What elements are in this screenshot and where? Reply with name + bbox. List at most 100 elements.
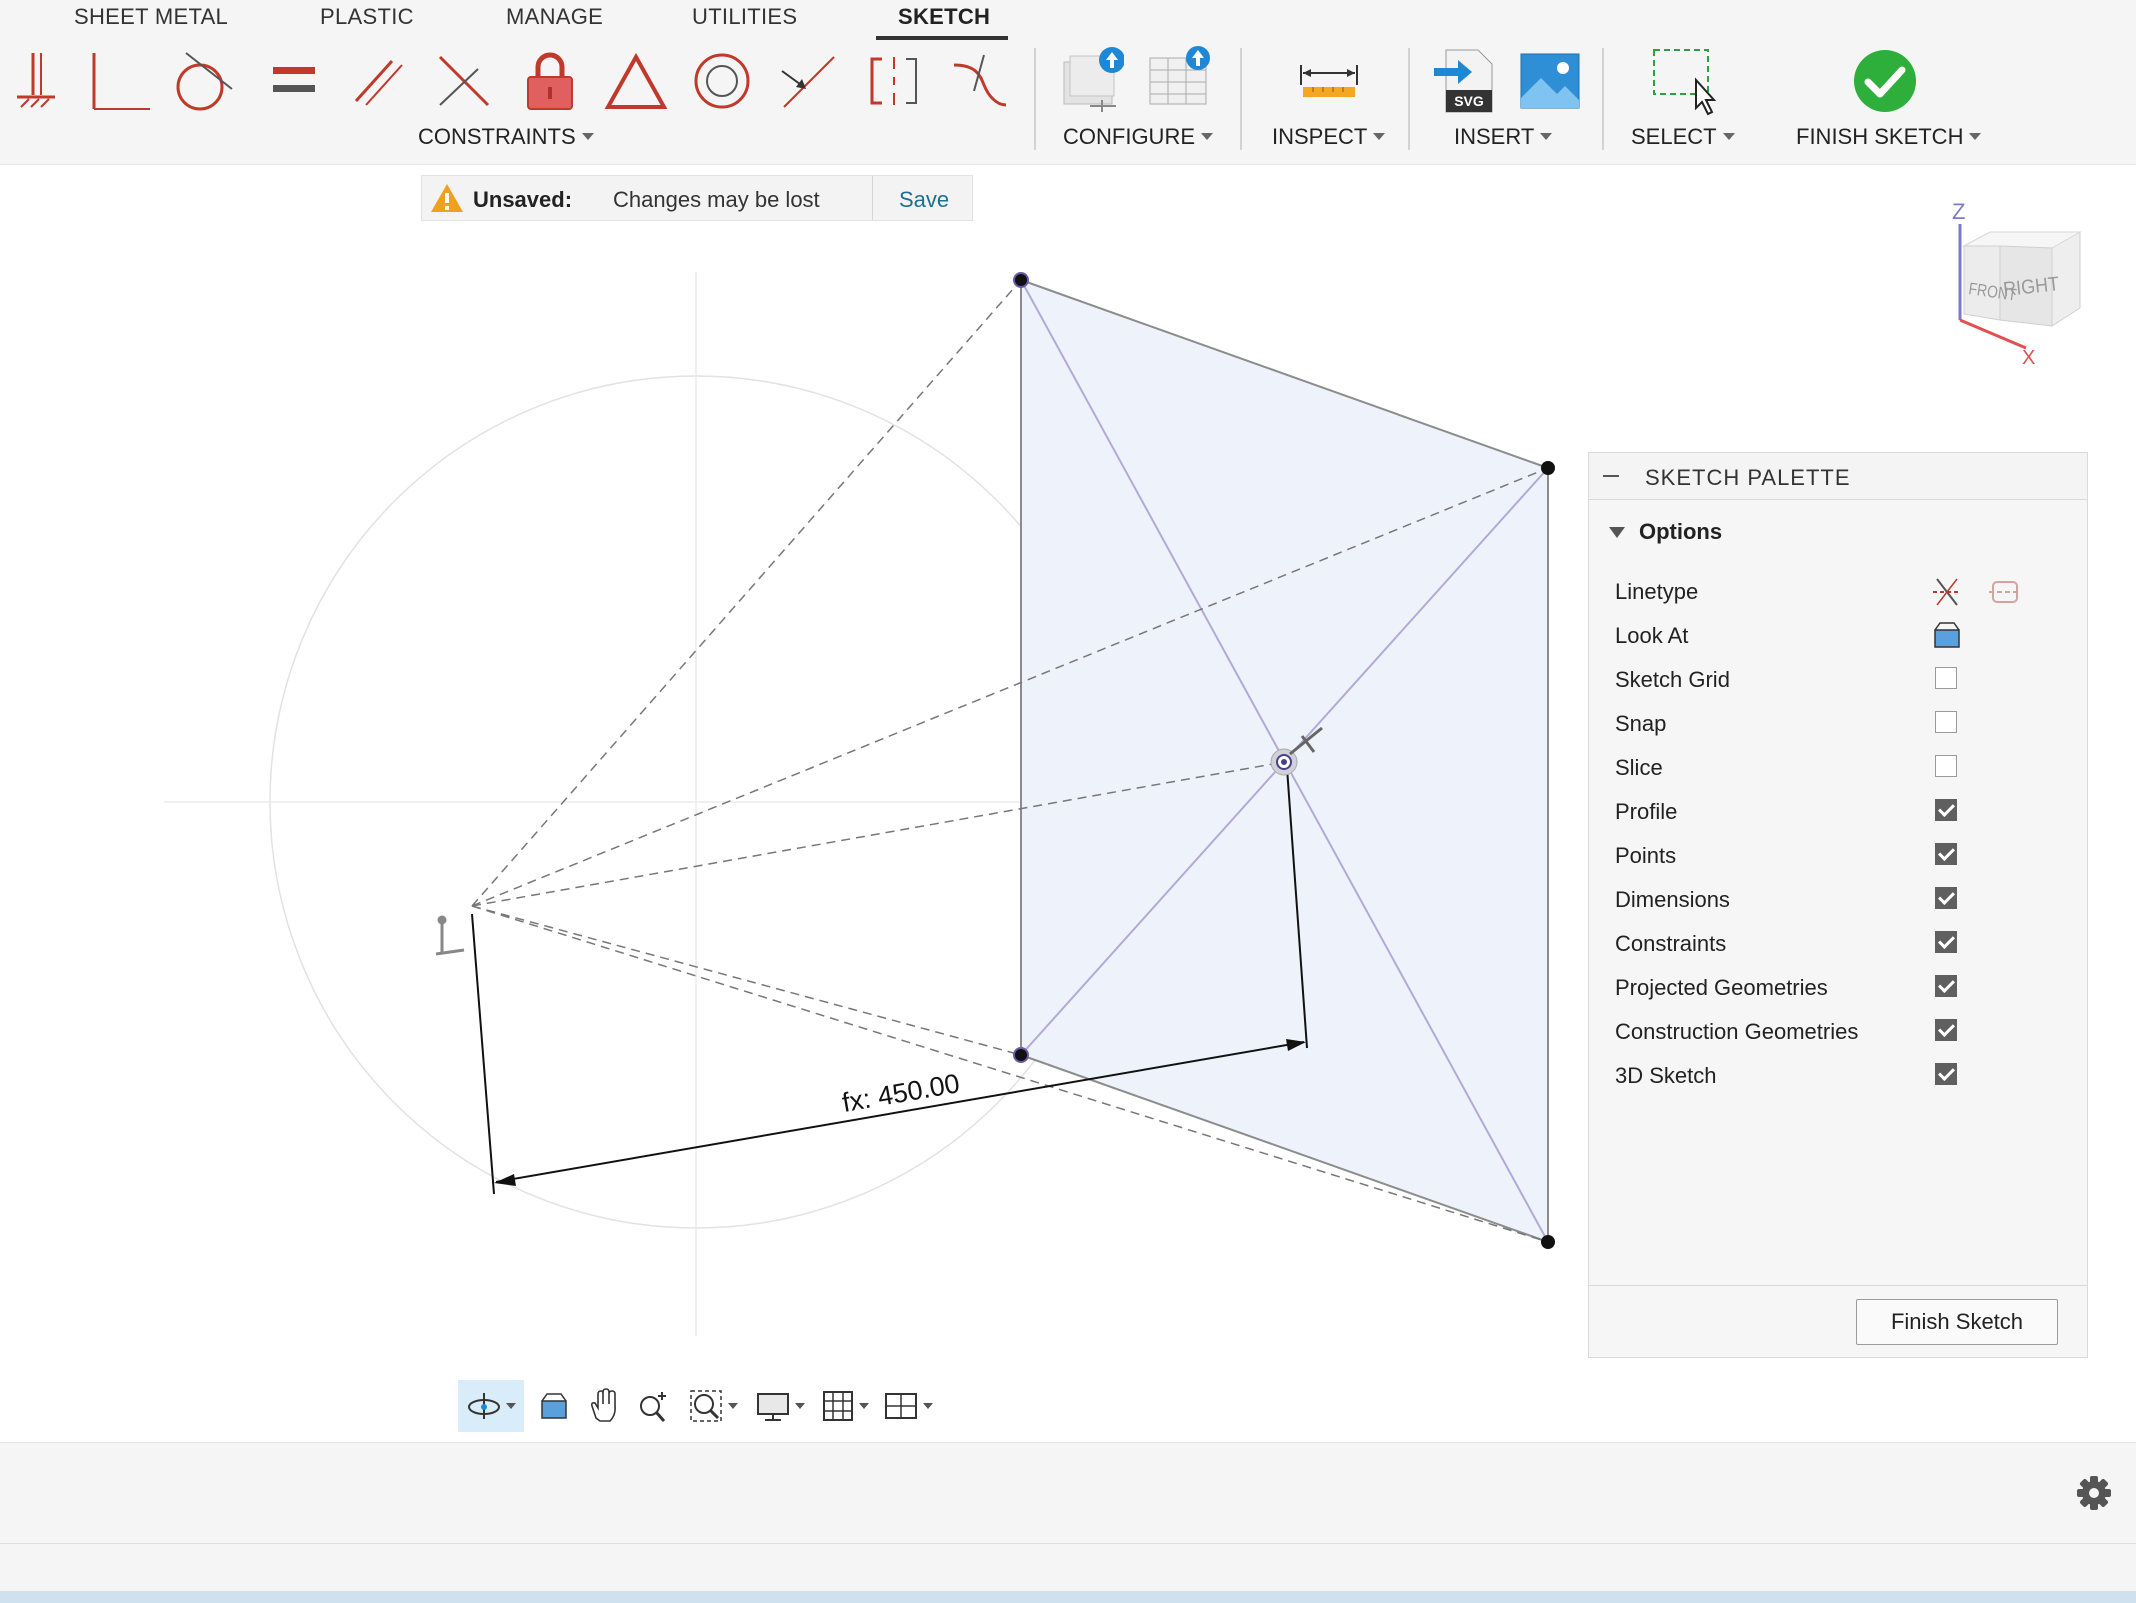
centerline-linetype-icon[interactable] [1987, 575, 2023, 609]
symmetry-constraint-button[interactable] [862, 46, 926, 116]
sketch-point[interactable] [1541, 1235, 1555, 1249]
coincident-icon [92, 53, 150, 110]
select-label: SELECT [1631, 124, 1717, 149]
construction-linetype-icon[interactable] [1929, 575, 1965, 609]
concentric-constraint-button[interactable] [690, 46, 754, 116]
palette-finish-sketch-button[interactable]: Finish Sketch [1856, 1299, 2058, 1345]
tab-sketch[interactable]: SKETCH [898, 4, 990, 30]
slice-checkbox[interactable] [1935, 755, 1957, 777]
origin-glyph [435, 915, 465, 956]
midpoint-constraint-button[interactable] [776, 46, 840, 116]
perpendicular-constraint-button[interactable] [432, 46, 496, 116]
tab-utilities[interactable]: UTILITIES [692, 4, 797, 30]
tangent-constraint-button[interactable] [170, 46, 234, 116]
display-settings-button[interactable] [748, 1380, 812, 1432]
constraints-label: Constraints [1615, 931, 1727, 956]
3d-sketch-label: 3D Sketch [1615, 1063, 1717, 1088]
constraints-group-dropdown[interactable]: CONSTRAINTS [418, 124, 594, 150]
tab-plastic[interactable]: PLASTIC [320, 4, 414, 30]
sketch-point[interactable] [1541, 461, 1555, 475]
snap-checkbox[interactable] [1935, 711, 1957, 733]
fit-button[interactable] [682, 1380, 744, 1432]
zoom-button[interactable] [630, 1380, 678, 1432]
sketch-grid-label: Sketch Grid [1615, 667, 1730, 692]
tab-manage[interactable]: MANAGE [506, 4, 603, 30]
look-at-icon[interactable] [1932, 620, 1962, 650]
divider [1408, 48, 1410, 150]
points-checkbox[interactable] [1935, 843, 1957, 865]
configure-icon [1063, 47, 1124, 112]
active-tab-indicator [876, 36, 1008, 40]
grid-settings-button[interactable] [814, 1380, 876, 1432]
inspect-group-dropdown[interactable]: INSPECT [1272, 124, 1386, 150]
sketch-point[interactable] [1013, 1047, 1029, 1063]
viewports-button[interactable] [878, 1380, 938, 1432]
view-cube[interactable]: Z X FRONT RIGHT [1940, 196, 2090, 376]
measure-button[interactable] [1294, 46, 1364, 116]
triangle-constraint-button[interactable] [604, 46, 668, 116]
select-group-dropdown[interactable]: SELECT [1631, 124, 1735, 150]
tab-sheet-metal[interactable]: SHEET METAL [74, 4, 228, 30]
window-select-button[interactable] [1644, 46, 1724, 116]
measure-icon [1300, 65, 1358, 97]
equal-constraint-button[interactable] [262, 46, 326, 116]
navigation-bar [456, 1380, 936, 1432]
svg-badge-label: SVG [1454, 93, 1484, 109]
divider [1034, 48, 1036, 150]
collapse-icon[interactable] [1603, 475, 1619, 477]
constraints-checkbox[interactable] [1935, 931, 1957, 953]
sketch-point[interactable] [1013, 272, 1029, 288]
gear-icon[interactable] [2074, 1473, 2114, 1513]
inspect-label: INSPECT [1272, 124, 1368, 149]
divider [1240, 48, 1242, 150]
window-select-icon [1653, 49, 1717, 116]
insert-group-dropdown[interactable]: INSERT [1454, 124, 1553, 150]
3d-sketch-checkbox[interactable] [1935, 1063, 1957, 1085]
divider [0, 1543, 2136, 1544]
projected-geometries-checkbox[interactable] [1935, 975, 1957, 997]
options-heading[interactable]: Options [1639, 519, 1722, 545]
finish-sketch-button[interactable] [1852, 46, 1916, 116]
profile-label: Profile [1615, 799, 1678, 824]
look-at-icon [541, 1393, 567, 1419]
concentric-icon [694, 53, 750, 109]
center-point-dot [1281, 759, 1287, 765]
axis-z-label: Z [1952, 199, 1965, 224]
insert-canvas-button[interactable] [1518, 46, 1582, 116]
configure-table-button[interactable] [1060, 46, 1124, 116]
pan-button[interactable] [580, 1380, 628, 1432]
options-expand-icon[interactable] [1609, 527, 1625, 538]
profile-checkbox[interactable] [1935, 799, 1957, 821]
parallel-constraint-button[interactable] [346, 46, 410, 116]
look-at-button[interactable] [532, 1380, 576, 1432]
insert-svg-button[interactable]: SVG [1432, 46, 1496, 116]
configure-rows-button[interactable] [1146, 46, 1210, 116]
lock-icon [527, 52, 573, 110]
finish-sketch-dropdown[interactable]: FINISH SKETCH [1796, 124, 1982, 150]
table-icon [1149, 46, 1210, 105]
fix-unfix-constraint-button[interactable] [4, 46, 68, 116]
dimensions-label: Dimensions [1615, 887, 1730, 912]
sketch-palette-title: SKETCH PALETTE [1645, 465, 1851, 490]
configure-label: CONFIGURE [1063, 124, 1195, 149]
coincident-constraint-button[interactable] [88, 46, 152, 116]
sketch-palette: SKETCH PALETTE Options Linetype Look At … [1588, 452, 2088, 1358]
midpoint-icon [781, 56, 835, 108]
viewports-icon [885, 1393, 917, 1419]
finish-sketch-label: FINISH SKETCH [1796, 124, 1964, 149]
dimensions-checkbox[interactable] [1935, 887, 1957, 909]
projected-geometries-label: Projected Geometries [1615, 975, 1828, 1000]
sketch-canvas[interactable]: fx: 450.00 [0, 164, 1580, 1364]
sketch-grid-checkbox[interactable] [1935, 667, 1957, 689]
construction-geometries-checkbox[interactable] [1935, 1019, 1957, 1041]
configure-group-dropdown[interactable]: CONFIGURE [1063, 124, 1213, 150]
constraints-label: CONSTRAINTS [418, 124, 576, 149]
orbit-button[interactable] [458, 1380, 524, 1432]
curvature-constraint-button[interactable] [948, 46, 1012, 116]
grid-icon [823, 1391, 853, 1421]
dimension-label[interactable]: fx: 450.00 [840, 1068, 962, 1118]
bottom-panel [0, 1442, 2136, 1603]
axis-x-line [1959, 318, 2027, 350]
checkmark-icon [1854, 50, 1916, 112]
fix-lock-button[interactable] [518, 46, 582, 116]
